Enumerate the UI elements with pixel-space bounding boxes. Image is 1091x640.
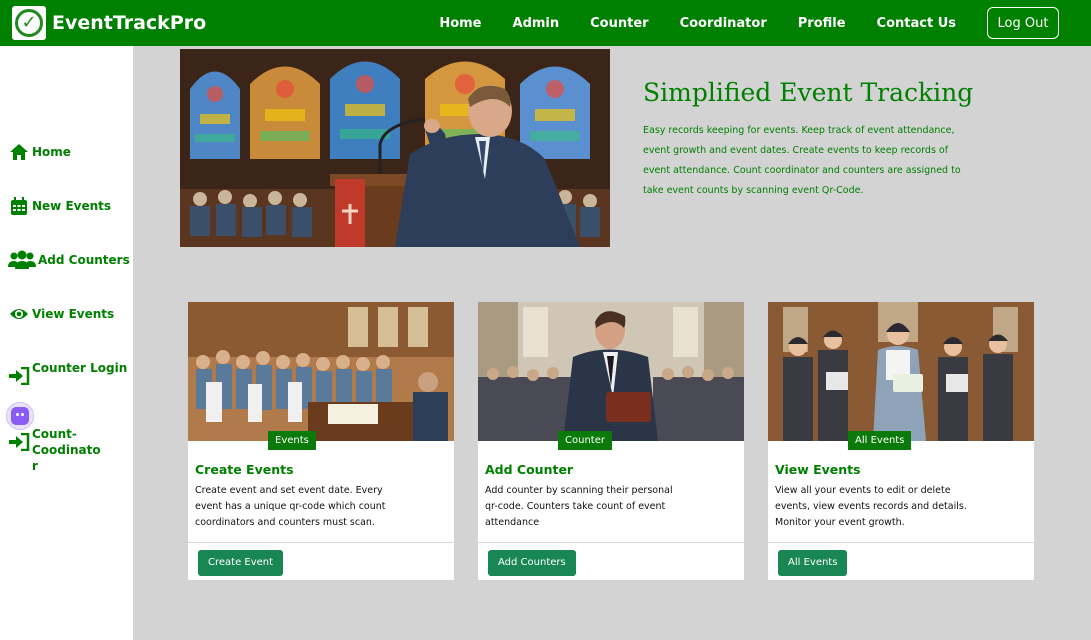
sidebar-item-home[interactable]: Home xyxy=(8,142,71,162)
card-badge-all-events: All Events xyxy=(848,431,912,450)
all-events-button[interactable]: All Events xyxy=(778,550,848,576)
card-image-worship-crowd xyxy=(188,302,454,441)
nav-link-counter[interactable]: Counter xyxy=(590,16,648,31)
sidebar-item-new-events[interactable]: New Events xyxy=(8,196,111,216)
card-divider xyxy=(478,542,744,543)
sidebar-item-label: Home xyxy=(32,145,71,159)
assistant-bubble-icon[interactable] xyxy=(6,402,34,430)
nav-link-home[interactable]: Home xyxy=(439,16,481,31)
card-badge-counter: Counter xyxy=(558,431,612,450)
eye-icon xyxy=(8,304,30,324)
card-image-choir-group xyxy=(768,302,1034,441)
card-text: Add counter by scanning their personal q… xyxy=(485,485,673,528)
sidebar-item-label: Counter Login xyxy=(32,361,128,375)
create-event-button[interactable]: Create Event xyxy=(198,550,284,576)
card-divider xyxy=(188,542,454,543)
check-badge-logo-icon: ✓ xyxy=(12,6,46,40)
card-text: View all your events to edit or delete e… xyxy=(775,485,967,528)
home-icon xyxy=(8,142,30,162)
sidebar-item-counter-login[interactable]: Counter Login xyxy=(8,358,128,386)
card-text: Create event and set event date. Every e… xyxy=(195,485,386,528)
sidebar: Home New Events Add Counters View Events… xyxy=(0,46,133,640)
card-create-events: Create Events Create event and set event… xyxy=(188,302,454,580)
nav-link-contact-us[interactable]: Contact Us xyxy=(877,16,956,31)
sidebar-item-label: New Events xyxy=(32,199,112,213)
card-title: Add Counter xyxy=(485,462,574,477)
card-title: View Events xyxy=(775,462,861,477)
sidebar-item-label: Add Counters xyxy=(38,253,130,267)
logout-button[interactable]: Log Out xyxy=(987,7,1059,39)
nav-link-admin[interactable]: Admin xyxy=(513,16,560,31)
top-navbar: ✓ EventTrackPro Home Admin Counter Coord… xyxy=(0,0,1091,46)
sign-in-icon xyxy=(8,366,30,386)
users-icon xyxy=(8,250,36,270)
card-badge-events: Events xyxy=(268,431,316,450)
sidebar-item-label: Count-Coodinator xyxy=(32,427,101,473)
sign-in-icon xyxy=(8,432,30,452)
card-image-man-with-book xyxy=(478,302,744,441)
hero-title: Simplified Event Tracking xyxy=(643,78,974,107)
hero-image-speaker-in-church xyxy=(180,49,610,247)
card-divider xyxy=(768,542,1034,543)
brand-name: EventTrackPro xyxy=(52,12,207,34)
calendar-icon xyxy=(8,196,30,216)
add-counters-button[interactable]: Add Counters xyxy=(488,550,576,576)
sidebar-item-view-events[interactable]: View Events xyxy=(8,304,114,324)
sidebar-item-count-coordinator[interactable]: Count-Coodinator xyxy=(8,424,102,474)
card-title: Create Events xyxy=(195,462,294,477)
sidebar-item-label: View Events xyxy=(32,307,115,321)
brand[interactable]: ✓ EventTrackPro xyxy=(12,6,206,40)
hero-description: Easy records keeping for events. Keep tr… xyxy=(643,125,961,196)
sidebar-item-add-counters[interactable]: Add Counters xyxy=(8,250,130,270)
nav-link-profile[interactable]: Profile xyxy=(798,16,846,31)
nav-link-coordinator[interactable]: Coordinator xyxy=(680,16,767,31)
nav-links: Home Admin Counter Coordinator Profile C… xyxy=(439,0,1091,46)
